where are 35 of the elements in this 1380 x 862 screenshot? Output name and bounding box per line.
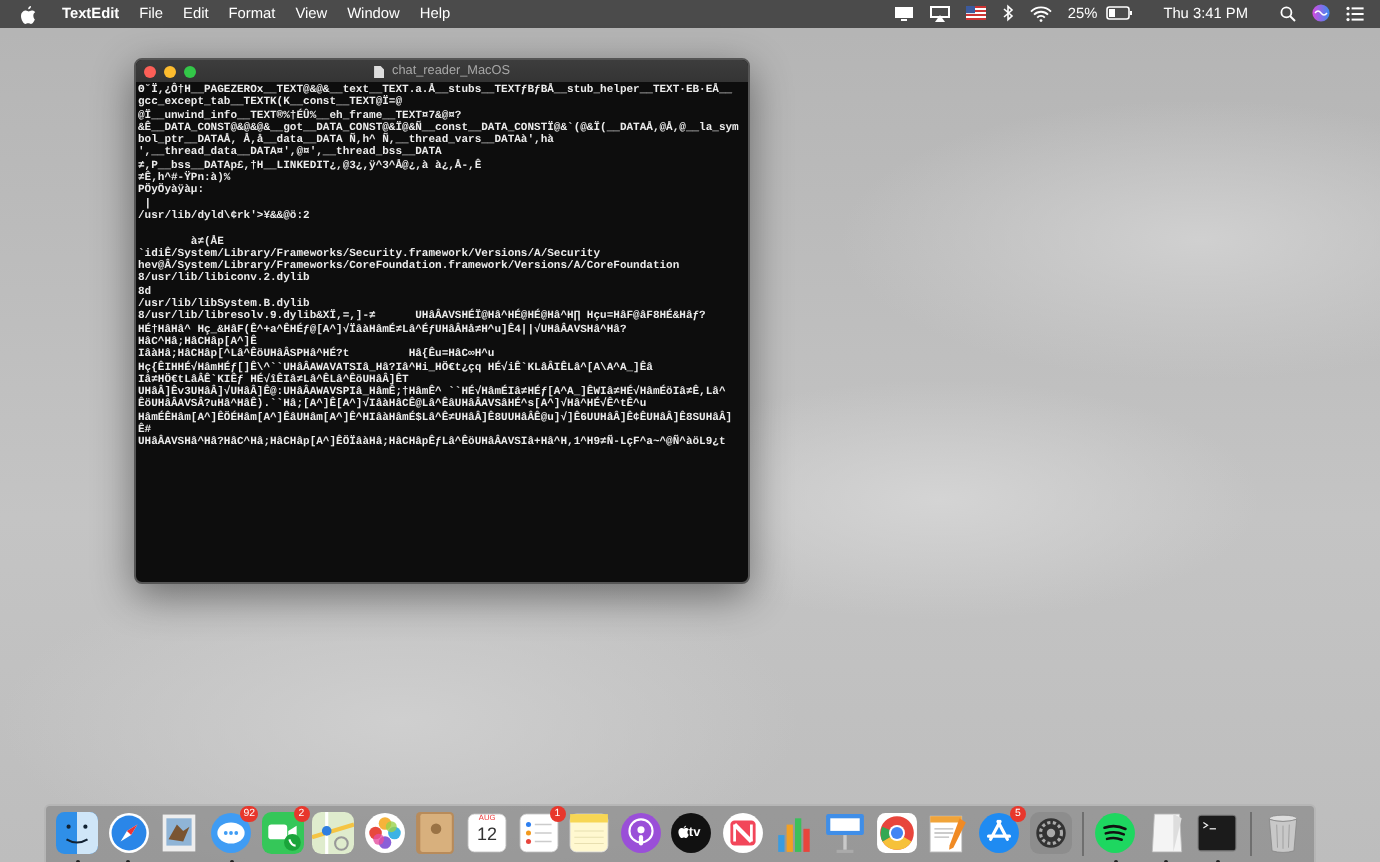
notepad-icon[interactable] xyxy=(568,812,611,854)
wifi-icon[interactable] xyxy=(1029,5,1052,22)
compass-icon[interactable] xyxy=(107,812,150,854)
search-icon[interactable] xyxy=(1280,5,1296,22)
flag-icon[interactable] xyxy=(965,6,986,21)
map-icon[interactable] xyxy=(312,812,355,854)
calendar-day: 12 xyxy=(466,824,509,844)
document-icon[interactable] xyxy=(374,65,385,77)
apple-icon[interactable] xyxy=(20,5,36,23)
sound-waves-icon[interactable] xyxy=(1094,812,1137,854)
gear-icon[interactable] xyxy=(1029,812,1072,854)
close-button[interactable] xyxy=(144,65,156,77)
list-icon[interactable] xyxy=(1346,5,1364,22)
tv-icon[interactable] xyxy=(670,812,713,854)
podium-icon[interactable] xyxy=(824,812,867,854)
terminal-icon[interactable] xyxy=(1196,812,1239,854)
battery-icon[interactable] xyxy=(1105,6,1132,21)
calendar-icon[interactable] xyxy=(466,812,509,854)
siri-icon[interactable] xyxy=(1312,4,1330,23)
pen-document-icon[interactable] xyxy=(926,812,969,854)
zoom-button[interactable] xyxy=(184,65,196,77)
airplay-icon[interactable] xyxy=(929,5,950,22)
minimize-button[interactable] xyxy=(164,65,176,77)
chrome-icon[interactable] xyxy=(875,812,918,854)
news-icon[interactable] xyxy=(722,812,765,854)
podcast-icon[interactable] xyxy=(619,812,662,854)
bluetooth-icon[interactable] xyxy=(1001,4,1014,23)
speech-bubble-icon[interactable] xyxy=(210,812,253,854)
app-store-icon[interactable] xyxy=(977,812,1020,854)
face-icon[interactable] xyxy=(56,812,99,854)
bird-photo-icon[interactable] xyxy=(158,812,201,854)
checklist-icon[interactable] xyxy=(517,812,560,854)
flower-icon[interactable] xyxy=(363,812,406,854)
display-icon[interactable] xyxy=(893,5,914,22)
video-camera-icon[interactable] xyxy=(261,812,304,854)
